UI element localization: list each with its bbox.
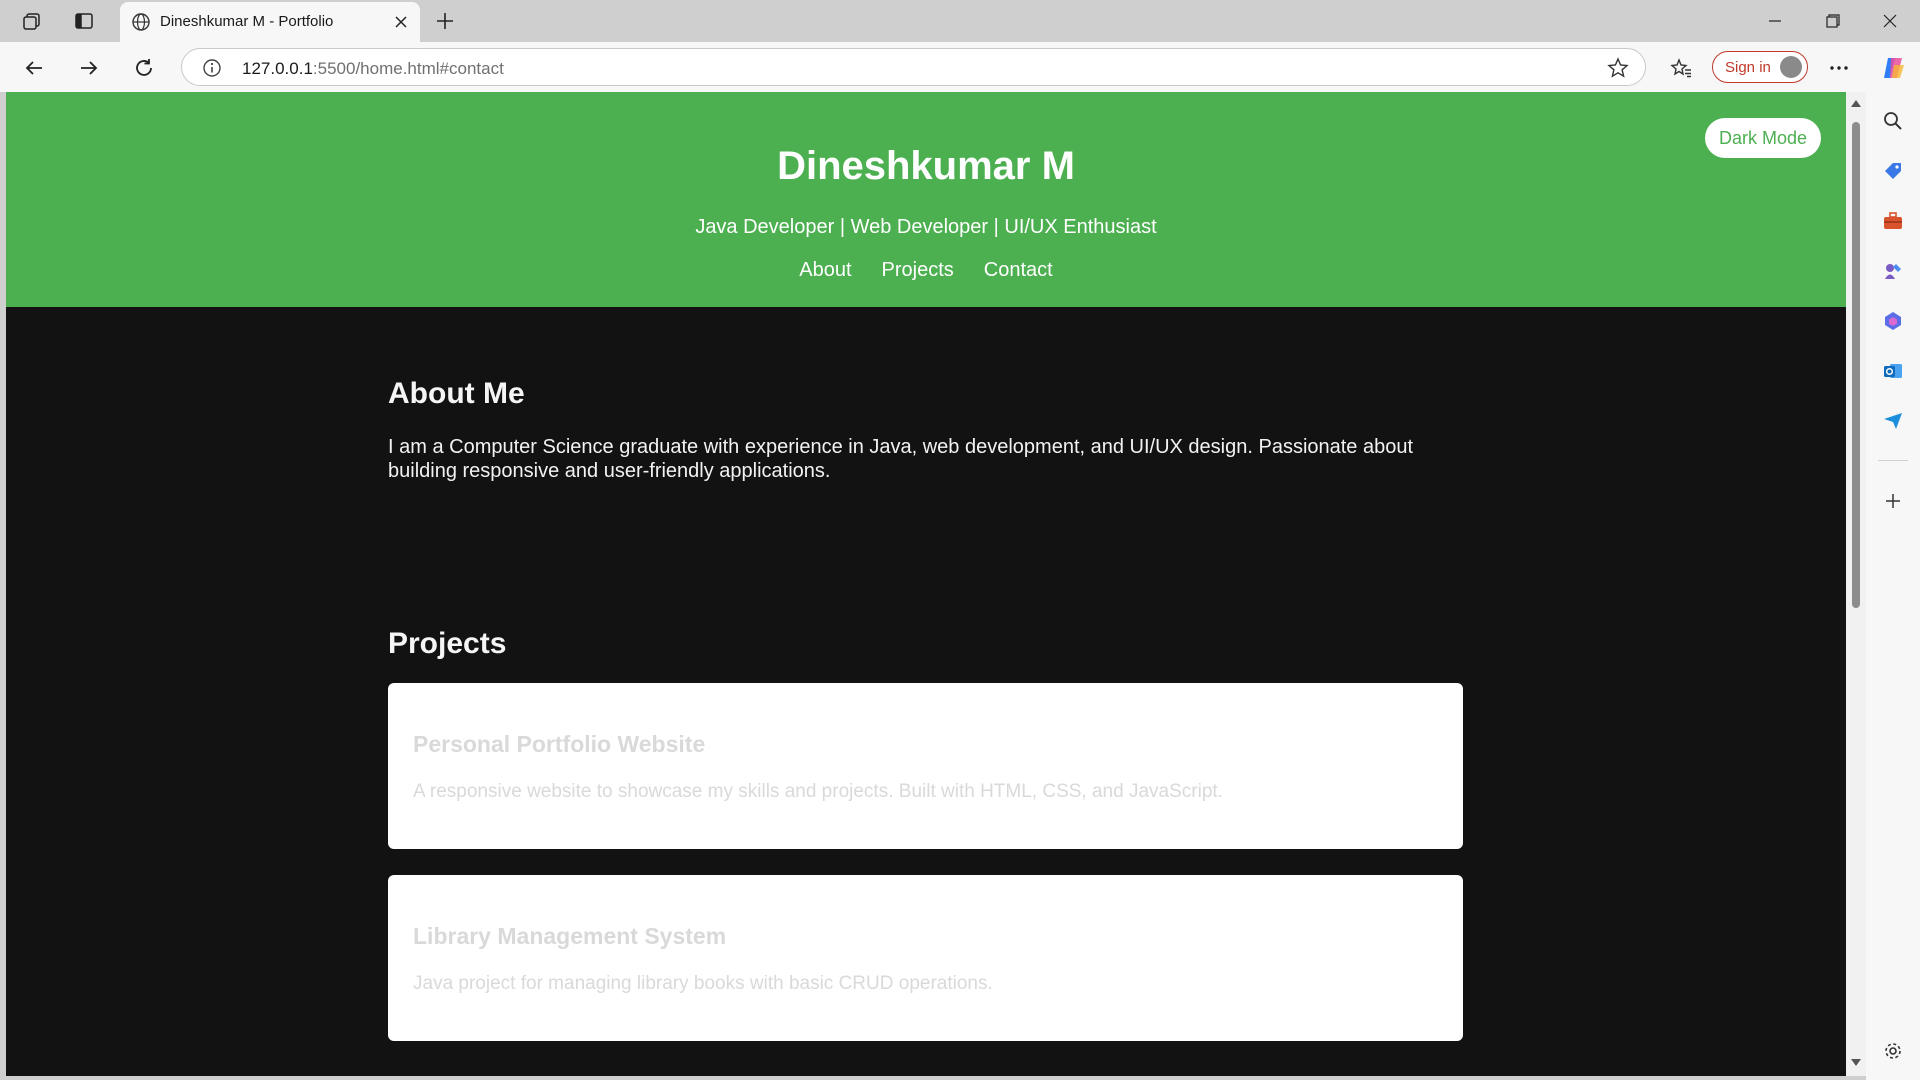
- project-card: Personal Portfolio Website A responsive …: [388, 683, 1463, 849]
- about-section: About Me I am a Computer Science graduat…: [388, 377, 1463, 483]
- shopping-tag-icon[interactable]: [1880, 158, 1906, 184]
- copilot-icon[interactable]: [1879, 54, 1907, 82]
- site-tagline: Java Developer | Web Developer | UI/UX E…: [695, 216, 1157, 238]
- nav-link-projects[interactable]: Projects: [882, 259, 954, 282]
- about-text: I am a Computer Science graduate with ex…: [388, 436, 1414, 482]
- active-tab[interactable]: Dineshkumar M - Portfolio: [120, 2, 420, 42]
- sign-in-button[interactable]: Sign in: [1712, 51, 1808, 83]
- browser-toolbar: 127.0.0.1:5500/home.html#contact Sign in: [0, 42, 1920, 92]
- tab-strip: Dineshkumar M - Portfolio: [0, 0, 1920, 42]
- page-scrollbar[interactable]: [1846, 92, 1866, 1076]
- edge-sidebar: [1866, 92, 1920, 1080]
- microsoft-365-icon[interactable]: [1880, 308, 1906, 334]
- about-heading: About Me: [388, 377, 525, 410]
- project-title: Personal Portfolio Website: [413, 731, 706, 757]
- more-options-icon[interactable]: [1825, 54, 1853, 82]
- workspaces-icon[interactable]: [19, 8, 45, 34]
- globe-icon: [130, 11, 152, 38]
- send-icon[interactable]: [1880, 408, 1906, 434]
- projects-section: Projects Personal Portfolio Website A re…: [388, 627, 1463, 1076]
- settings-gear-icon[interactable]: [1880, 1038, 1906, 1064]
- outlook-icon[interactable]: [1880, 358, 1906, 384]
- scroll-up-icon[interactable]: [1851, 100, 1861, 107]
- site-header: Dineshkumar M Java Developer | Web Devel…: [6, 92, 1846, 307]
- page-viewport: Dineshkumar M Java Developer | Web Devel…: [6, 92, 1846, 1076]
- project-card: Library Management System Java project f…: [388, 875, 1463, 1041]
- nav-link-about[interactable]: About: [799, 259, 851, 282]
- tab-title: Dineshkumar M - Portfolio: [160, 13, 334, 30]
- vertical-tabs-icon[interactable]: [71, 8, 97, 34]
- url-host: 127.0.0.1: [242, 59, 313, 78]
- add-icon[interactable]: [1880, 488, 1906, 514]
- favorite-star-icon[interactable]: [1607, 57, 1629, 84]
- forward-icon[interactable]: [75, 54, 103, 82]
- project-description: Java project for managing library books …: [413, 973, 993, 994]
- address-bar[interactable]: 127.0.0.1:5500/home.html#contact: [181, 48, 1646, 86]
- project-title: Library Management System: [413, 923, 727, 949]
- projects-heading: Projects: [388, 627, 507, 660]
- scroll-down-icon[interactable]: [1851, 1059, 1861, 1066]
- favorites-icon[interactable]: [1667, 54, 1695, 82]
- site-title: Dineshkumar M: [777, 144, 1075, 188]
- url-path: :5500/home.html#contact: [312, 59, 504, 78]
- games-icon[interactable]: [1880, 258, 1906, 284]
- refresh-icon[interactable]: [130, 54, 158, 82]
- site-nav: About Projects Contact: [6, 259, 1846, 282]
- restore-icon[interactable]: [1810, 6, 1856, 36]
- nav-link-contact[interactable]: Contact: [984, 259, 1053, 282]
- minimize-icon[interactable]: [1752, 6, 1798, 36]
- url-text: 127.0.0.1:5500/home.html#contact: [242, 59, 504, 79]
- scroll-thumb[interactable]: [1852, 122, 1860, 608]
- avatar: [1780, 56, 1802, 78]
- project-description: A responsive website to showcase my skil…: [413, 781, 1223, 802]
- dark-mode-button[interactable]: Dark Mode: [1705, 118, 1821, 158]
- back-icon[interactable]: [20, 54, 48, 82]
- new-tab-icon[interactable]: [432, 8, 458, 34]
- close-window-icon[interactable]: [1867, 6, 1913, 36]
- sidebar-divider: [1878, 460, 1908, 461]
- search-icon[interactable]: [1880, 108, 1906, 134]
- site-info-icon[interactable]: [202, 58, 222, 83]
- close-tab-icon[interactable]: [390, 11, 412, 33]
- sign-in-label: Sign in: [1725, 59, 1771, 76]
- tools-briefcase-icon[interactable]: [1880, 208, 1906, 234]
